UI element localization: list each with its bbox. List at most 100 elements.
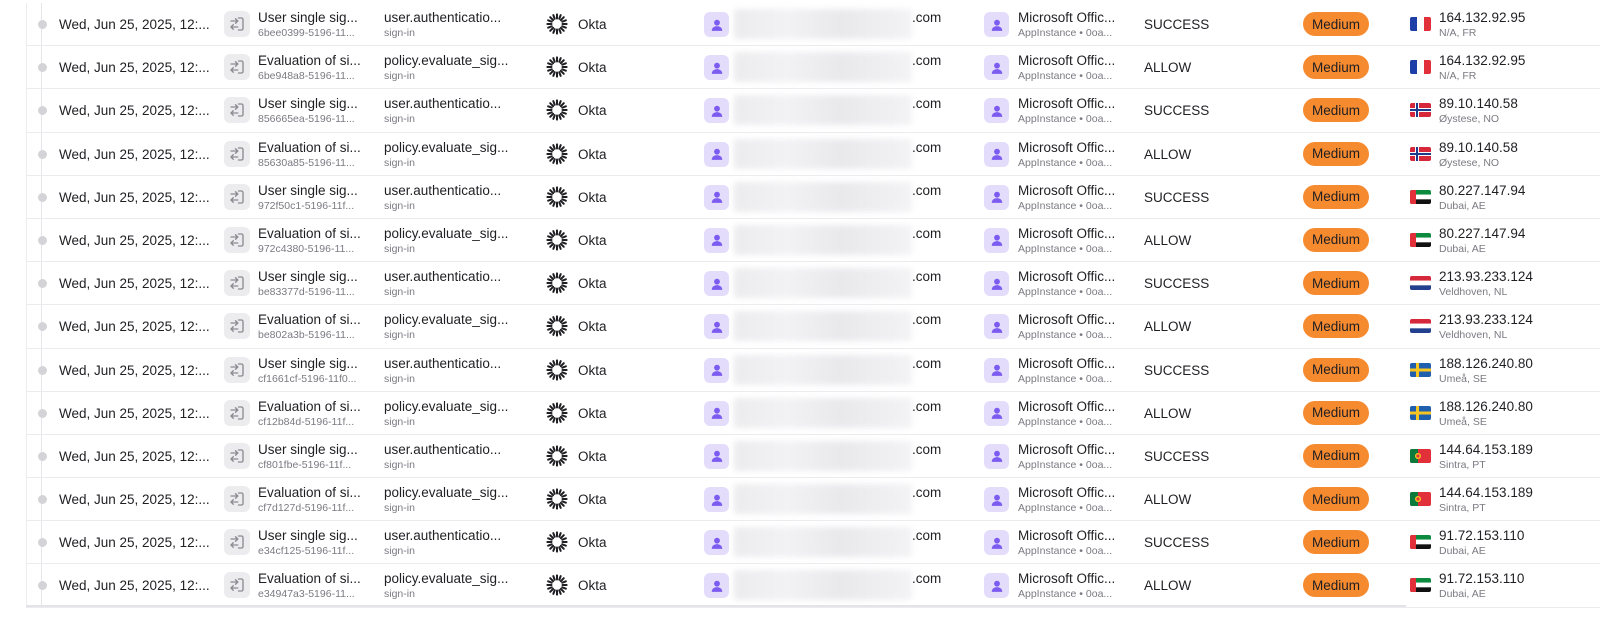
ip-address[interactable]: 80.227.147.94	[1439, 183, 1525, 198]
ip-address[interactable]: 188.126.240.80	[1439, 399, 1533, 414]
event-title[interactable]: Evaluation of si...	[258, 53, 361, 68]
country-flag-icon	[1410, 535, 1431, 550]
okta-sunburst-icon	[546, 142, 568, 165]
severity-badge: Medium	[1303, 12, 1369, 36]
event-id: cf7d127d-5196-11f...	[258, 502, 355, 515]
severity-badge: Medium	[1303, 314, 1369, 339]
table-row[interactable]: Wed, Jun 25, 2025, 12:... User single si…	[27, 349, 1600, 392]
event-title[interactable]: Evaluation of si...	[258, 140, 361, 155]
app-title[interactable]: Microsoft Offic...	[1018, 442, 1115, 457]
app-title[interactable]: Microsoft Offic...	[1018, 312, 1115, 327]
ip-address[interactable]: 164.132.92.95	[1439, 10, 1525, 25]
ip-address[interactable]: 89.10.140.58	[1439, 96, 1518, 111]
table-row[interactable]: Wed, Jun 25, 2025, 12:... Evaluation of …	[27, 133, 1600, 176]
sign-in-arrow-icon	[224, 486, 250, 513]
app-title[interactable]: Microsoft Offic...	[1018, 53, 1115, 68]
event-category: sign-in	[384, 458, 415, 471]
event-category: sign-in	[384, 329, 415, 342]
table-row[interactable]: Wed, Jun 25, 2025, 12:... User single si…	[27, 176, 1600, 219]
table-row[interactable]: Wed, Jun 25, 2025, 12:... Evaluation of …	[27, 392, 1600, 435]
app-title[interactable]: Microsoft Offic...	[1018, 399, 1115, 414]
ip-location: Sintra, PT	[1439, 502, 1486, 515]
app-title[interactable]: Microsoft Offic...	[1018, 485, 1115, 500]
timeline-dot	[38, 149, 47, 159]
table-row[interactable]: Wed, Jun 25, 2025, 12:... User single si…	[27, 262, 1600, 306]
event-id: cf12b84d-5196-11f...	[258, 415, 355, 428]
app-title[interactable]: Microsoft Offic...	[1018, 10, 1115, 25]
event-title[interactable]: User single sig...	[258, 96, 358, 111]
table-row[interactable]: Wed, Jun 25, 2025, 12:... User single si…	[27, 435, 1600, 479]
app-title[interactable]: Microsoft Offic...	[1018, 96, 1115, 111]
app-title[interactable]: Microsoft Offic...	[1018, 140, 1115, 155]
event-title[interactable]: User single sig...	[258, 442, 358, 457]
event-title[interactable]: User single sig...	[258, 356, 358, 371]
event-title[interactable]: Evaluation of si...	[258, 226, 361, 241]
ip-address[interactable]: 213.93.233.124	[1439, 312, 1533, 327]
event-title[interactable]: User single sig...	[258, 183, 358, 198]
table-bottom-border	[26, 605, 1406, 607]
severity-badge: Medium	[1303, 487, 1369, 512]
timeline-dot	[38, 538, 47, 548]
ip-address[interactable]: 91.72.153.110	[1439, 528, 1524, 543]
event-title[interactable]: Evaluation of si...	[258, 312, 361, 327]
ip-address[interactable]: 80.227.147.94	[1439, 226, 1525, 241]
event-type: policy.evaluate_sig...	[384, 139, 509, 155]
timeline-dot	[38, 235, 47, 245]
app-title[interactable]: Microsoft Offic...	[1018, 571, 1115, 586]
event-id: e34cf125-5196-11f...	[258, 545, 355, 558]
ip-address[interactable]: 91.72.153.110	[1439, 571, 1524, 586]
sign-in-arrow-icon	[224, 226, 250, 253]
ip-address[interactable]: 188.126.240.80	[1439, 356, 1533, 371]
okta-sunburst-icon	[546, 488, 568, 510]
user-email-suffix: .com	[912, 528, 942, 544]
ip-location: Dubai, AE	[1439, 199, 1486, 212]
app-subtitle: AppInstance • 0oa...	[1018, 286, 1113, 299]
person-icon	[984, 530, 1009, 556]
table-row[interactable]: Wed, Jun 25, 2025, 12:... Evaluation of …	[27, 305, 1600, 349]
table-row[interactable]: Wed, Jun 25, 2025, 12:... User single si…	[27, 521, 1600, 565]
timeline-dot	[38, 451, 47, 461]
ip-address[interactable]: 164.132.92.95	[1439, 53, 1525, 68]
app-subtitle: AppInstance • 0oa...	[1018, 199, 1113, 212]
event-title[interactable]: Evaluation of si...	[258, 485, 361, 500]
table-row[interactable]: Wed, Jun 25, 2025, 12:... User single si…	[27, 89, 1600, 133]
ip-address[interactable]: 213.93.233.124	[1439, 269, 1533, 284]
actor-label: Okta	[578, 578, 607, 594]
event-title[interactable]: Evaluation of si...	[258, 399, 361, 414]
app-title[interactable]: Microsoft Offic...	[1018, 269, 1115, 284]
person-icon	[984, 573, 1009, 599]
app-title[interactable]: Microsoft Offic...	[1018, 226, 1115, 241]
event-title[interactable]: User single sig...	[258, 269, 358, 284]
event-title[interactable]: User single sig...	[258, 528, 358, 543]
okta-sunburst-icon	[546, 272, 568, 294]
okta-sunburst-icon	[546, 445, 568, 467]
event-result: ALLOW	[1144, 405, 1192, 421]
person-icon	[984, 184, 1009, 210]
severity-badge: Medium	[1303, 400, 1369, 425]
app-title[interactable]: Microsoft Offic...	[1018, 356, 1115, 371]
severity-badge: Medium	[1303, 141, 1369, 166]
event-result: SUCCESS	[1144, 535, 1210, 551]
table-row[interactable]: Wed, Jun 25, 2025, 12:... Evaluation of …	[27, 478, 1600, 522]
country-flag-icon	[1410, 492, 1431, 507]
table-row[interactable]: Wed, Jun 25, 2025, 12:... Evaluation of …	[27, 564, 1600, 608]
event-title[interactable]: User single sig...	[258, 10, 358, 25]
app-title[interactable]: Microsoft Offic...	[1018, 183, 1115, 198]
person-icon	[704, 487, 729, 513]
ip-address[interactable]: 144.64.153.189	[1439, 485, 1533, 500]
event-title[interactable]: Evaluation of si...	[258, 571, 361, 586]
event-id: 6be948a8-5196-11...	[258, 70, 355, 83]
table-row[interactable]: Wed, Jun 25, 2025, 12:... Evaluation of …	[27, 46, 1600, 90]
person-icon	[704, 443, 729, 469]
timeline-dot	[38, 365, 47, 375]
table-row[interactable]: Wed, Jun 25, 2025, 12:... Evaluation of …	[27, 219, 1600, 263]
ip-address[interactable]: 144.64.153.189	[1439, 442, 1533, 457]
event-type: user.authenticatio...	[384, 441, 502, 457]
event-result: SUCCESS	[1144, 362, 1210, 378]
event-result: SUCCESS	[1144, 448, 1210, 464]
app-title[interactable]: Microsoft Offic...	[1018, 528, 1115, 543]
app-subtitle: AppInstance • 0oa...	[1018, 502, 1113, 515]
event-id: be83377d-5196-11...	[258, 286, 355, 299]
ip-address[interactable]: 89.10.140.58	[1439, 140, 1518, 155]
table-row[interactable]: Wed, Jun 25, 2025, 12:... User single si…	[27, 3, 1600, 47]
